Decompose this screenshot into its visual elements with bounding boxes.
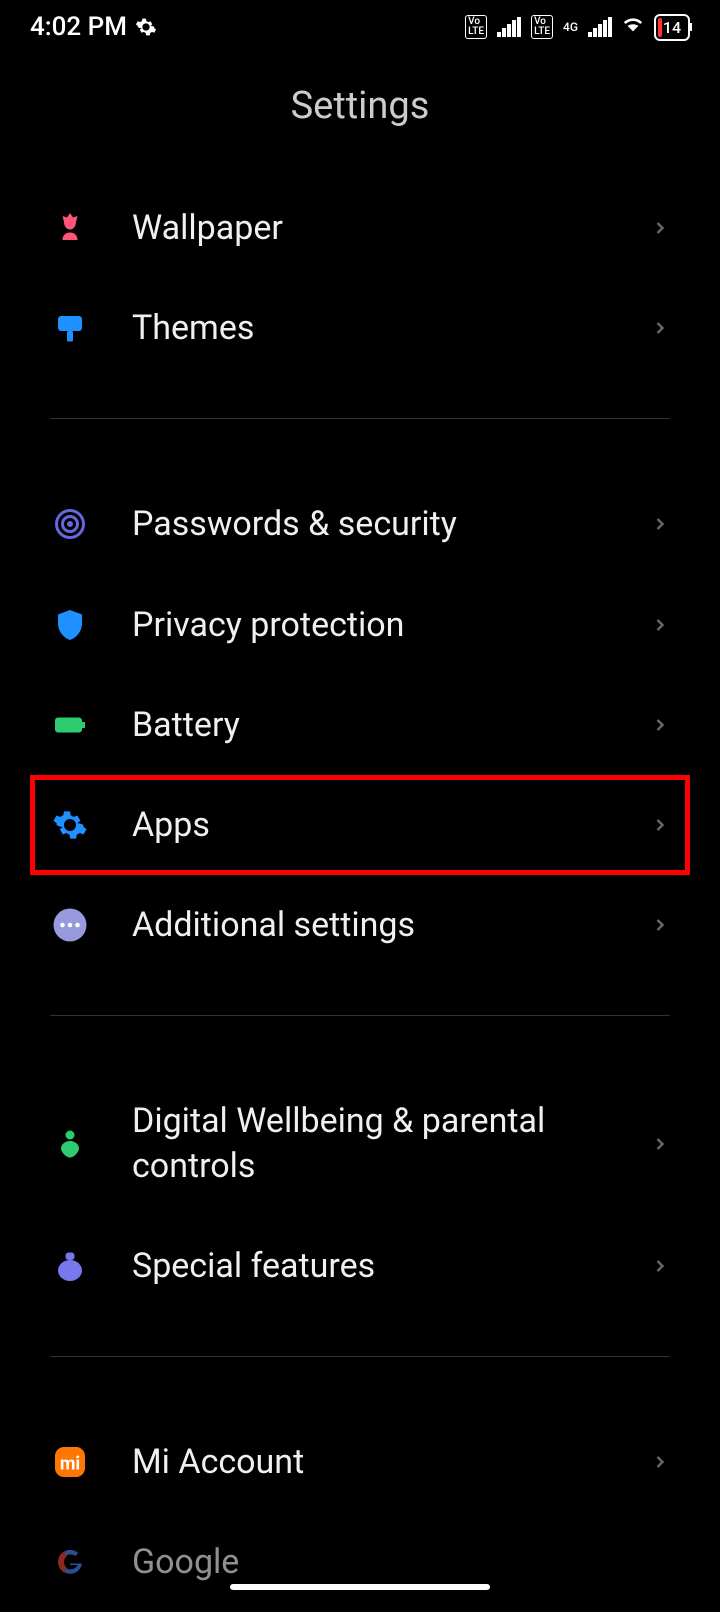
fingerprint-icon xyxy=(50,504,90,544)
chevron-right-icon xyxy=(650,218,670,238)
chevron-right-icon xyxy=(650,815,670,835)
volte-icon: VoLTE xyxy=(465,15,487,39)
item-label: Wallpaper xyxy=(132,206,650,250)
signal-icon xyxy=(497,17,521,37)
settings-item-privacy[interactable]: Privacy protection xyxy=(50,575,670,675)
settings-item-special[interactable]: Special features xyxy=(50,1216,670,1316)
item-label: Themes xyxy=(132,306,650,350)
google-icon xyxy=(50,1542,90,1582)
chevron-right-icon xyxy=(650,615,670,635)
item-label: Digital Wellbeing & parental controls xyxy=(132,1099,650,1187)
item-label: Google xyxy=(132,1540,670,1584)
status-bar: 4:02 PM VoLTE VoLTE 4G 14 xyxy=(0,0,720,54)
potion-icon xyxy=(50,1246,90,1286)
settings-item-apps[interactable]: Apps xyxy=(30,775,690,875)
signal-icon xyxy=(588,17,612,37)
item-label: Additional settings xyxy=(132,903,650,947)
battery-icon: 14 xyxy=(654,14,690,41)
item-label: Special features xyxy=(132,1244,650,1288)
chevron-right-icon xyxy=(650,915,670,935)
item-label: Battery xyxy=(132,703,650,747)
item-label: Apps xyxy=(132,803,650,847)
chevron-right-icon xyxy=(650,318,670,338)
more-icon xyxy=(50,905,90,945)
gear-icon xyxy=(135,16,157,38)
settings-list: Wallpaper Themes Passwords & security Pr… xyxy=(0,178,720,1612)
settings-item-passwords[interactable]: Passwords & security xyxy=(50,474,670,574)
wifi-icon xyxy=(622,12,644,42)
battery-level: 14 xyxy=(663,18,681,37)
volte-icon: VoLTE xyxy=(531,15,553,39)
chevron-right-icon xyxy=(650,715,670,735)
person-heart-icon xyxy=(50,1124,90,1164)
gear-icon xyxy=(50,805,90,845)
divider xyxy=(50,1356,670,1357)
item-label: Privacy protection xyxy=(132,603,650,647)
chevron-right-icon xyxy=(650,514,670,534)
settings-item-additional[interactable]: Additional settings xyxy=(50,875,670,975)
brush-icon xyxy=(50,308,90,348)
tulip-icon xyxy=(50,208,90,248)
battery-icon xyxy=(50,705,90,745)
shield-icon xyxy=(50,605,90,645)
settings-item-miaccount[interactable]: mi Mi Account xyxy=(50,1412,670,1512)
page-title: Settings xyxy=(0,54,720,178)
item-label: Passwords & security xyxy=(132,502,650,546)
divider xyxy=(50,418,670,419)
chevron-right-icon xyxy=(650,1256,670,1276)
settings-item-wellbeing[interactable]: Digital Wellbeing & parental controls xyxy=(50,1071,670,1215)
item-label: Mi Account xyxy=(132,1440,650,1484)
settings-item-themes[interactable]: Themes xyxy=(50,278,670,378)
status-time: 4:02 PM xyxy=(30,12,127,42)
chevron-right-icon xyxy=(650,1452,670,1472)
chevron-right-icon xyxy=(650,1134,670,1154)
settings-item-wallpaper[interactable]: Wallpaper xyxy=(50,178,670,278)
status-left: 4:02 PM xyxy=(30,12,157,42)
settings-item-battery[interactable]: Battery xyxy=(50,675,670,775)
settings-item-google[interactable]: Google xyxy=(50,1512,670,1612)
network-label: 4G xyxy=(563,21,578,33)
status-right: VoLTE VoLTE 4G 14 xyxy=(465,12,690,42)
svg-text:mi: mi xyxy=(60,1453,80,1474)
divider xyxy=(50,1015,670,1016)
mi-icon: mi xyxy=(50,1442,90,1482)
nav-handle[interactable] xyxy=(230,1584,490,1590)
